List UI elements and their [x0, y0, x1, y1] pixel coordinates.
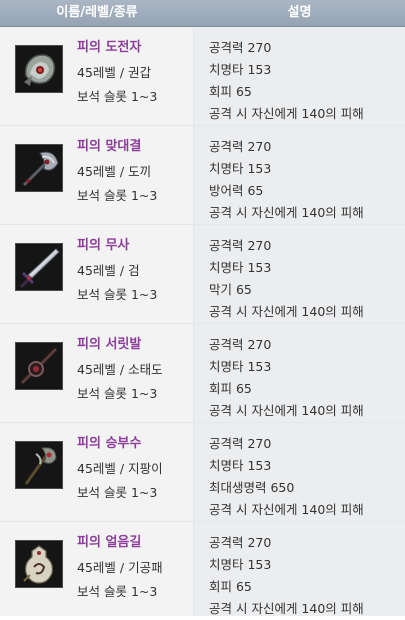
item-name-cell: 피의 얼음길 45레벨 / 기공패 보석 슬롯 1~3 — [0, 522, 194, 616]
stat-line: 치명타 153 — [209, 260, 272, 275]
item-name[interactable]: 피의 도전자 — [77, 35, 157, 61]
talisman-icon — [15, 540, 63, 588]
stat-line: 공격력 270 — [209, 139, 272, 154]
stat-line: 치명타 153 — [209, 359, 272, 374]
table-row: 피의 얼음길 45레벨 / 기공패 보석 슬롯 1~3 공격력 270 치명타 … — [0, 522, 405, 616]
item-description-cell: 공격력 270 치명타 153 최대생명력 650 공격 시 자신에게 140의… — [194, 423, 405, 521]
header-description-column: 설명 — [287, 5, 312, 20]
stat-line: 치명타 153 — [209, 161, 272, 176]
stat-line: 공격 시 자신에게 140의 피해 — [209, 502, 364, 517]
item-gem-slots: 보석 슬롯 1~3 — [77, 584, 158, 599]
item-name[interactable]: 피의 맞대결 — [77, 134, 157, 160]
table-row: 피의 승부수 45레벨 / 지팡이 보석 슬롯 1~3 공격력 270 치명타 … — [0, 423, 405, 522]
stat-line: 회피 65 — [209, 579, 252, 594]
axe-icon — [15, 144, 63, 192]
item-level-type: 45레벨 / 소태도 — [77, 362, 163, 377]
item-gem-slots: 보석 슬롯 1~3 — [77, 89, 158, 104]
stat-line: 회피 65 — [209, 84, 252, 99]
item-name-cell: 피의 무사 45레벨 / 검 보석 슬롯 1~3 — [0, 225, 194, 323]
item-level-type: 45레벨 / 도끼 — [77, 164, 152, 179]
item-table: 이름/레벨/종류 설명 피의 도전자 45레벨 / 권갑 보석 슬롯 1~3 공… — [0, 0, 405, 616]
item-level-type: 45레벨 / 기공패 — [77, 560, 163, 575]
stat-line: 공격 시 자신에게 140의 피해 — [209, 106, 364, 121]
stat-line: 회피 65 — [209, 381, 252, 396]
item-name-cell: 피의 승부수 45레벨 / 지팡이 보석 슬롯 1~3 — [0, 423, 194, 521]
staff-icon — [15, 441, 63, 489]
stat-line: 공격 시 자신에게 140의 피해 — [209, 304, 364, 319]
item-description-cell: 공격력 270 치명타 153 회피 65 공격 시 자신에게 140의 피해 — [194, 27, 405, 125]
item-description-cell: 공격력 270 치명타 153 방어력 65 공격 시 자신에게 140의 피해 — [194, 126, 405, 224]
item-gem-slots: 보석 슬롯 1~3 — [77, 485, 158, 500]
item-gem-slots: 보석 슬롯 1~3 — [77, 287, 158, 302]
stat-line: 공격력 270 — [209, 337, 272, 352]
stat-line: 공격력 270 — [209, 535, 272, 550]
item-name[interactable]: 피의 무사 — [77, 233, 157, 259]
item-name-cell: 피의 서릿발 45레벨 / 소태도 보석 슬롯 1~3 — [0, 324, 194, 422]
stat-line: 막기 65 — [209, 282, 252, 297]
item-name-cell: 피의 맞대결 45레벨 / 도끼 보석 슬롯 1~3 — [0, 126, 194, 224]
item-description-cell: 공격력 270 치명타 153 막기 65 공격 시 자신에게 140의 피해 — [194, 225, 405, 323]
item-name[interactable]: 피의 서릿발 — [77, 332, 163, 358]
table-row: 피의 무사 45레벨 / 검 보석 슬롯 1~3 공격력 270 치명타 153… — [0, 225, 405, 324]
item-level-type: 45레벨 / 지팡이 — [77, 461, 163, 476]
stat-line: 치명타 153 — [209, 557, 272, 572]
item-description-cell: 공격력 270 치명타 153 회피 65 공격 시 자신에게 140의 피해 — [194, 324, 405, 422]
sword-icon — [15, 243, 63, 291]
stat-line: 공격 시 자신에게 140의 피해 — [209, 205, 364, 220]
table-header: 이름/레벨/종류 설명 — [0, 0, 405, 27]
item-name[interactable]: 피의 얼음길 — [77, 530, 163, 556]
stat-line: 공격 시 자신에게 140의 피해 — [209, 403, 364, 418]
gauntlet-icon — [15, 45, 63, 93]
stat-line: 치명타 153 — [209, 62, 272, 77]
short-sword-icon — [15, 342, 63, 390]
stat-line: 치명타 153 — [209, 458, 272, 473]
stat-line: 공격력 270 — [209, 436, 272, 451]
header-name-column: 이름/레벨/종류 — [56, 5, 138, 20]
item-level-type: 45레벨 / 권갑 — [77, 65, 152, 80]
table-row: 피의 도전자 45레벨 / 권갑 보석 슬롯 1~3 공격력 270 치명타 1… — [0, 27, 405, 126]
item-name-cell: 피의 도전자 45레벨 / 권갑 보석 슬롯 1~3 — [0, 27, 194, 125]
stat-line: 공격력 270 — [209, 40, 272, 55]
table-row: 피의 서릿발 45레벨 / 소태도 보석 슬롯 1~3 공격력 270 치명타 … — [0, 324, 405, 423]
item-description-cell: 공격력 270 치명타 153 회피 65 공격 시 자신에게 140의 피해 — [194, 522, 405, 616]
item-level-type: 45레벨 / 검 — [77, 263, 140, 278]
item-name[interactable]: 피의 승부수 — [77, 431, 163, 457]
stat-line: 공격 시 자신에게 140의 피해 — [209, 601, 364, 616]
item-gem-slots: 보석 슬롯 1~3 — [77, 188, 158, 203]
stat-line: 공격력 270 — [209, 238, 272, 253]
stat-line: 방어력 65 — [209, 183, 264, 198]
stat-line: 최대생명력 650 — [209, 480, 295, 495]
item-gem-slots: 보석 슬롯 1~3 — [77, 386, 158, 401]
table-row: 피의 맞대결 45레벨 / 도끼 보석 슬롯 1~3 공격력 270 치명타 1… — [0, 126, 405, 225]
